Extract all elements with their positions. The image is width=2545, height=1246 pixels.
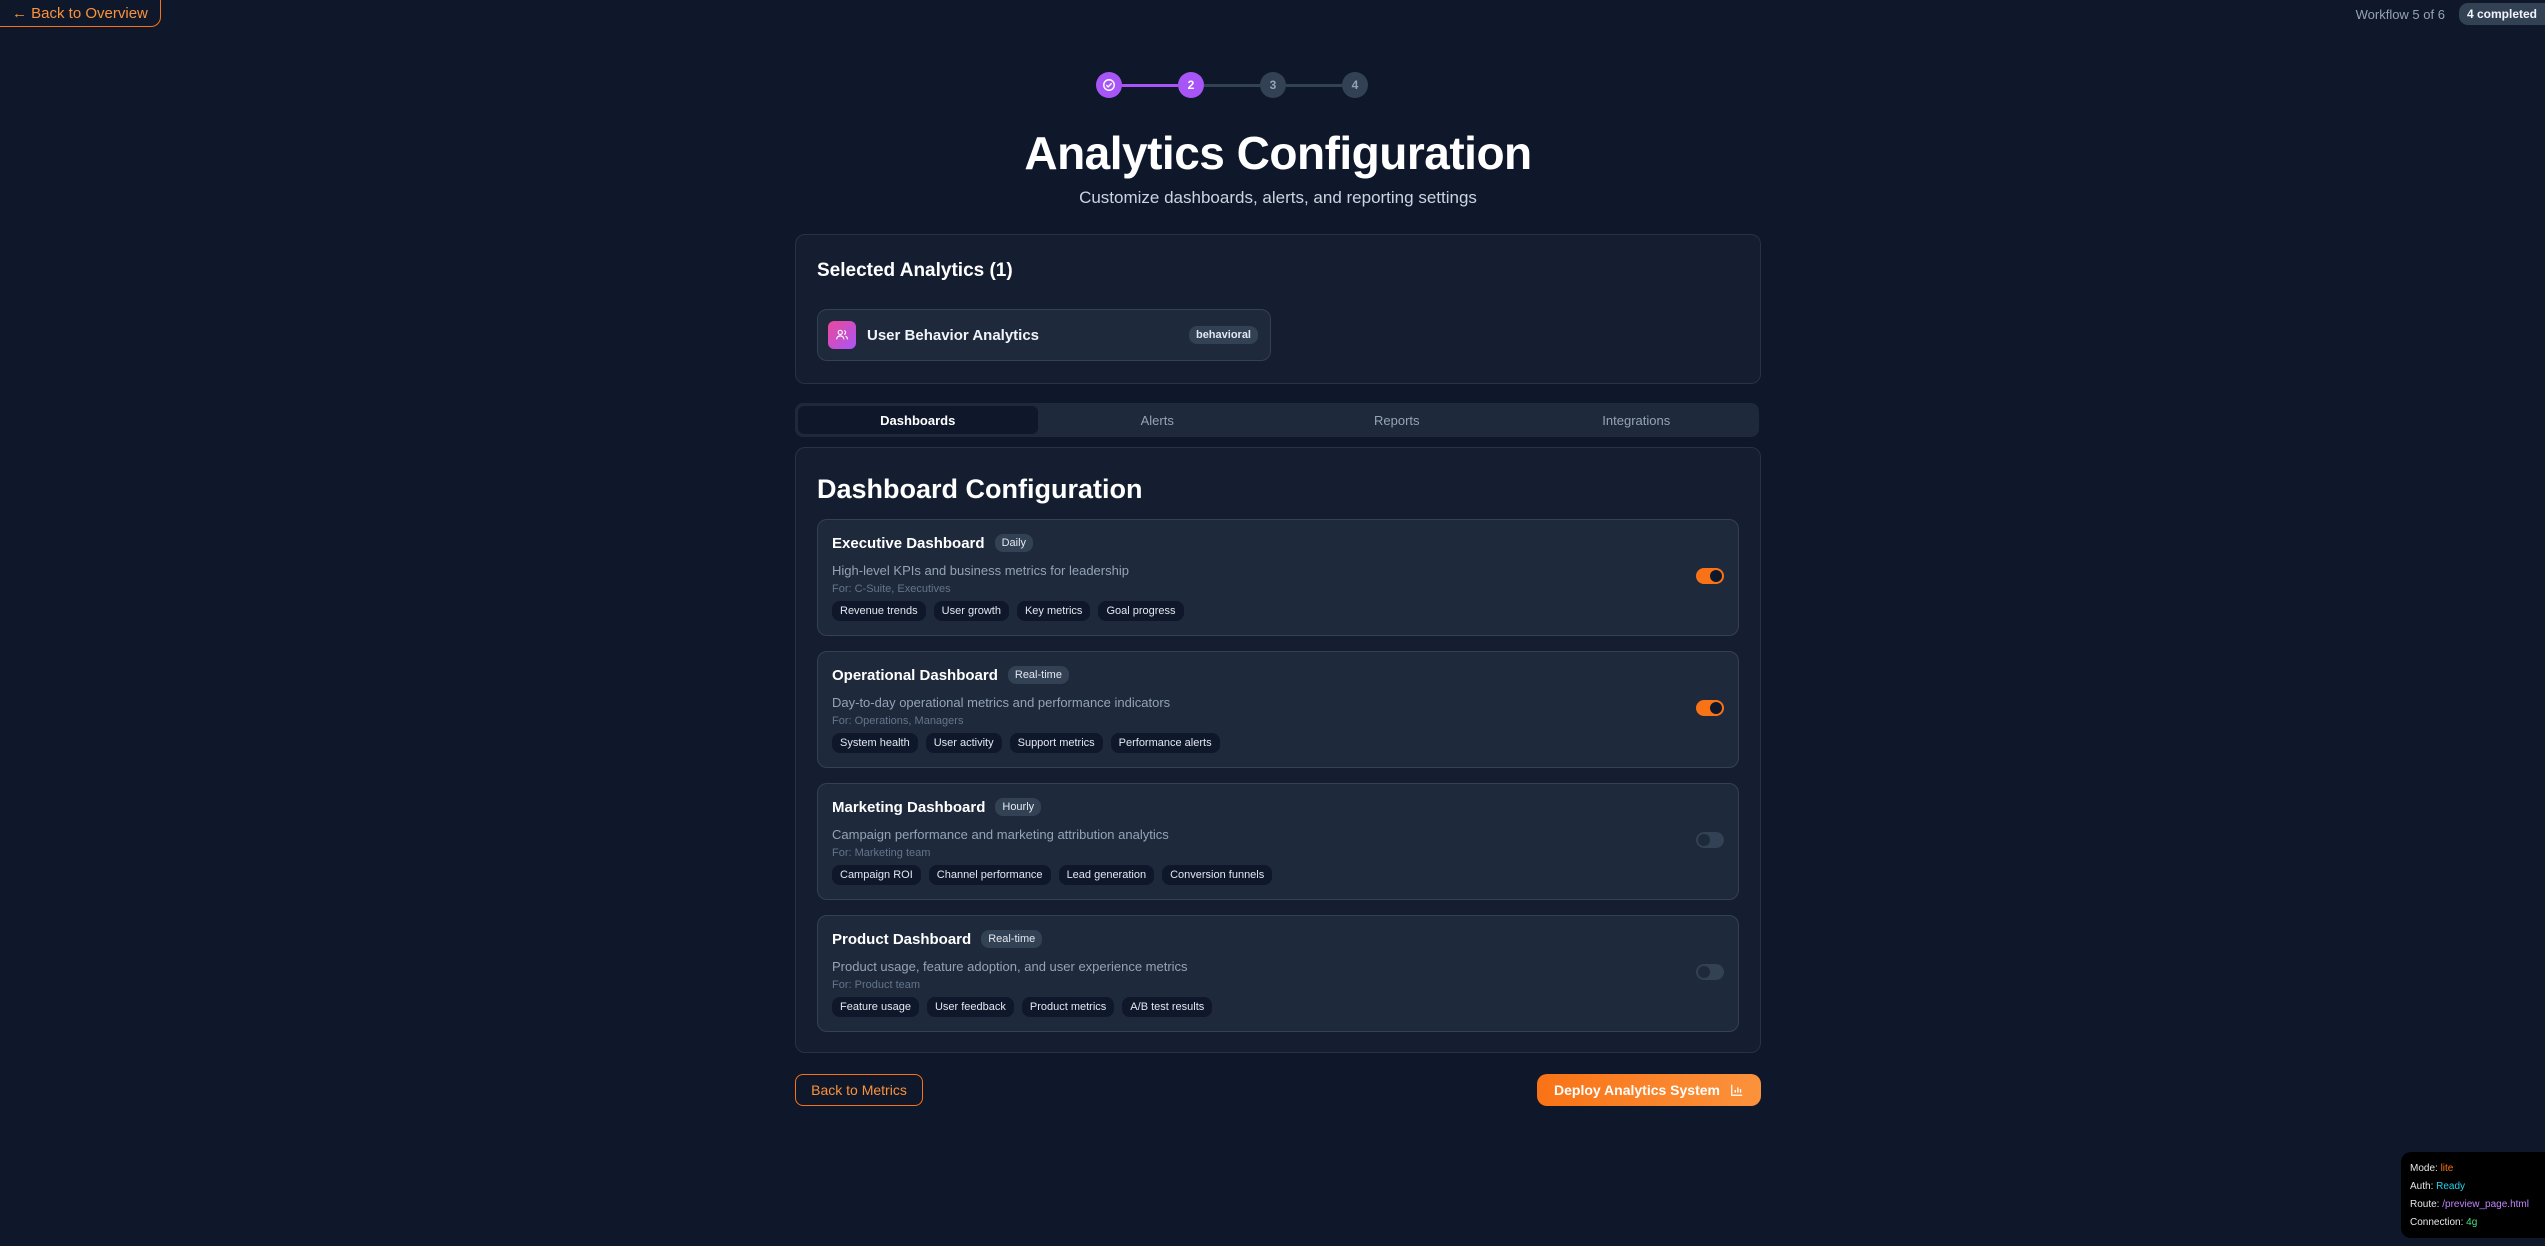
status-mode: Mode: lite: [2410, 1163, 2454, 1174]
deploy-label: Deploy Analytics System: [1554, 1082, 1720, 1098]
dashboard-configuration-panel: Dashboard Configuration Executive Dashbo…: [795, 447, 1761, 1053]
page-subtitle: Customize dashboards, alerts, and report…: [1079, 188, 1477, 207]
metric-tag: Conversion funnels: [1162, 865, 1273, 885]
metric-tag: Feature usage: [832, 997, 919, 1017]
workflow-progress-text: Workflow 5 of 6: [2355, 6, 2445, 22]
analytics-category-badge: behavioral: [1188, 326, 1258, 344]
page-title: Analytics Configuration: [1024, 127, 1532, 179]
status-route: Route: /preview_page.html: [2410, 1199, 2529, 1210]
metric-tag: Product metrics: [1021, 997, 1115, 1017]
toggle-knob: [1698, 966, 1710, 978]
step-3[interactable]: 3: [1260, 72, 1286, 98]
selected-analytics-heading: Selected Analytics (1): [817, 260, 1013, 281]
frequency-badge: Hourly: [995, 798, 1042, 816]
metric-tag: Support metrics: [1009, 733, 1103, 753]
frequency-badge: Real-time: [1007, 666, 1069, 684]
step-connector: [1286, 83, 1342, 87]
dashboard-name: Executive Dashboard: [832, 534, 985, 552]
dashboard-audience: For: Product team: [832, 979, 921, 991]
deploy-analytics-button[interactable]: Deploy Analytics System: [1537, 1074, 1761, 1106]
tab-integrations[interactable]: Integrations: [1517, 406, 1757, 434]
metric-tag: Revenue trends: [832, 601, 926, 621]
step-connector: [1122, 83, 1178, 87]
metric-tag: User activity: [925, 733, 1002, 753]
status-auth: Auth: Ready: [2410, 1181, 2466, 1192]
status-connection: Connection: 4g: [2410, 1217, 2478, 1228]
metric-tag: Performance alerts: [1110, 733, 1220, 753]
marketing-dashboard-toggle[interactable]: [1696, 832, 1724, 848]
selected-analytics-panel: Selected Analytics (1) User Behavior Ana…: [795, 234, 1761, 384]
metric-tag: Campaign ROI: [832, 865, 921, 885]
check-circle-icon: [1103, 79, 1115, 91]
dashboard-audience: For: Operations, Managers: [832, 715, 964, 727]
metric-tag: Channel performance: [928, 865, 1051, 885]
metric-tag: User feedback: [926, 997, 1014, 1017]
completed-badge: 4 completed: [2458, 3, 2545, 25]
metric-tag: A/B test results: [1122, 997, 1213, 1017]
dashboard-name: Marketing Dashboard: [832, 798, 986, 816]
frequency-badge: Daily: [994, 534, 1034, 552]
step-2[interactable]: 2: [1178, 72, 1204, 98]
workflow-status: Workflow 5 of 6 4 completed: [2356, 3, 2545, 25]
executive-dashboard-toggle[interactable]: [1696, 568, 1724, 584]
metric-tag: User growth: [933, 601, 1009, 621]
analytics-name: User Behavior Analytics: [867, 326, 1040, 344]
dashboard-audience: For: C-Suite, Executives: [832, 583, 951, 595]
toggle-knob: [1710, 570, 1722, 582]
frequency-badge: Real-time: [981, 930, 1043, 948]
toggle-knob: [1710, 702, 1722, 714]
metric-tag: System health: [832, 733, 918, 753]
operational-dashboard-toggle[interactable]: [1696, 700, 1724, 716]
step-connector: [1204, 83, 1260, 87]
dashboard-description: High-level KPIs and business metrics for…: [832, 563, 1129, 578]
dashboard-audience: For: Marketing team: [832, 847, 931, 859]
metric-tag: Goal progress: [1098, 601, 1184, 621]
bar-chart-icon: [1731, 1084, 1743, 1096]
back-to-overview-link[interactable]: ← Back to Overview: [0, 0, 161, 27]
dashboard-configuration-heading: Dashboard Configuration: [817, 474, 1143, 504]
metric-tag: Lead generation: [1058, 865, 1155, 885]
dashboard-description: Day-to-day operational metrics and perfo…: [832, 695, 1171, 710]
dashboard-name: Operational Dashboard: [832, 666, 998, 684]
debug-status-panel: Mode: lite Auth: Ready Route: /preview_p…: [2401, 1152, 2545, 1238]
dashboard-card-marketing: Marketing Dashboard Hourly Campaign perf…: [817, 783, 1739, 900]
users-icon: [828, 321, 856, 349]
dashboard-card-product: Product Dashboard Real-time Product usag…: [817, 915, 1739, 1032]
step-4[interactable]: 4: [1342, 72, 1368, 98]
tab-reports[interactable]: Reports: [1277, 406, 1517, 434]
dashboard-description: Campaign performance and marketing attri…: [832, 827, 1169, 842]
back-to-metrics-button[interactable]: Back to Metrics: [795, 1074, 923, 1106]
product-dashboard-toggle[interactable]: [1696, 964, 1724, 980]
dashboard-card-executive: Executive Dashboard Daily High-level KPI…: [817, 519, 1739, 636]
progress-stepper: 2 3 4: [1096, 72, 1368, 98]
selected-analytics-item[interactable]: User Behavior Analytics behavioral: [817, 309, 1271, 361]
config-tabs: Dashboards Alerts Reports Integrations: [795, 403, 1759, 437]
metric-tag: Key metrics: [1016, 601, 1091, 621]
tab-dashboards[interactable]: Dashboards: [798, 406, 1038, 434]
toggle-knob: [1698, 834, 1710, 846]
dashboard-description: Product usage, feature adoption, and use…: [832, 959, 1188, 974]
tab-alerts[interactable]: Alerts: [1038, 406, 1278, 434]
dashboard-card-operational: Operational Dashboard Real-time Day-to-d…: [817, 651, 1739, 768]
step-1-complete[interactable]: [1096, 72, 1122, 98]
dashboard-name: Product Dashboard: [832, 930, 972, 948]
